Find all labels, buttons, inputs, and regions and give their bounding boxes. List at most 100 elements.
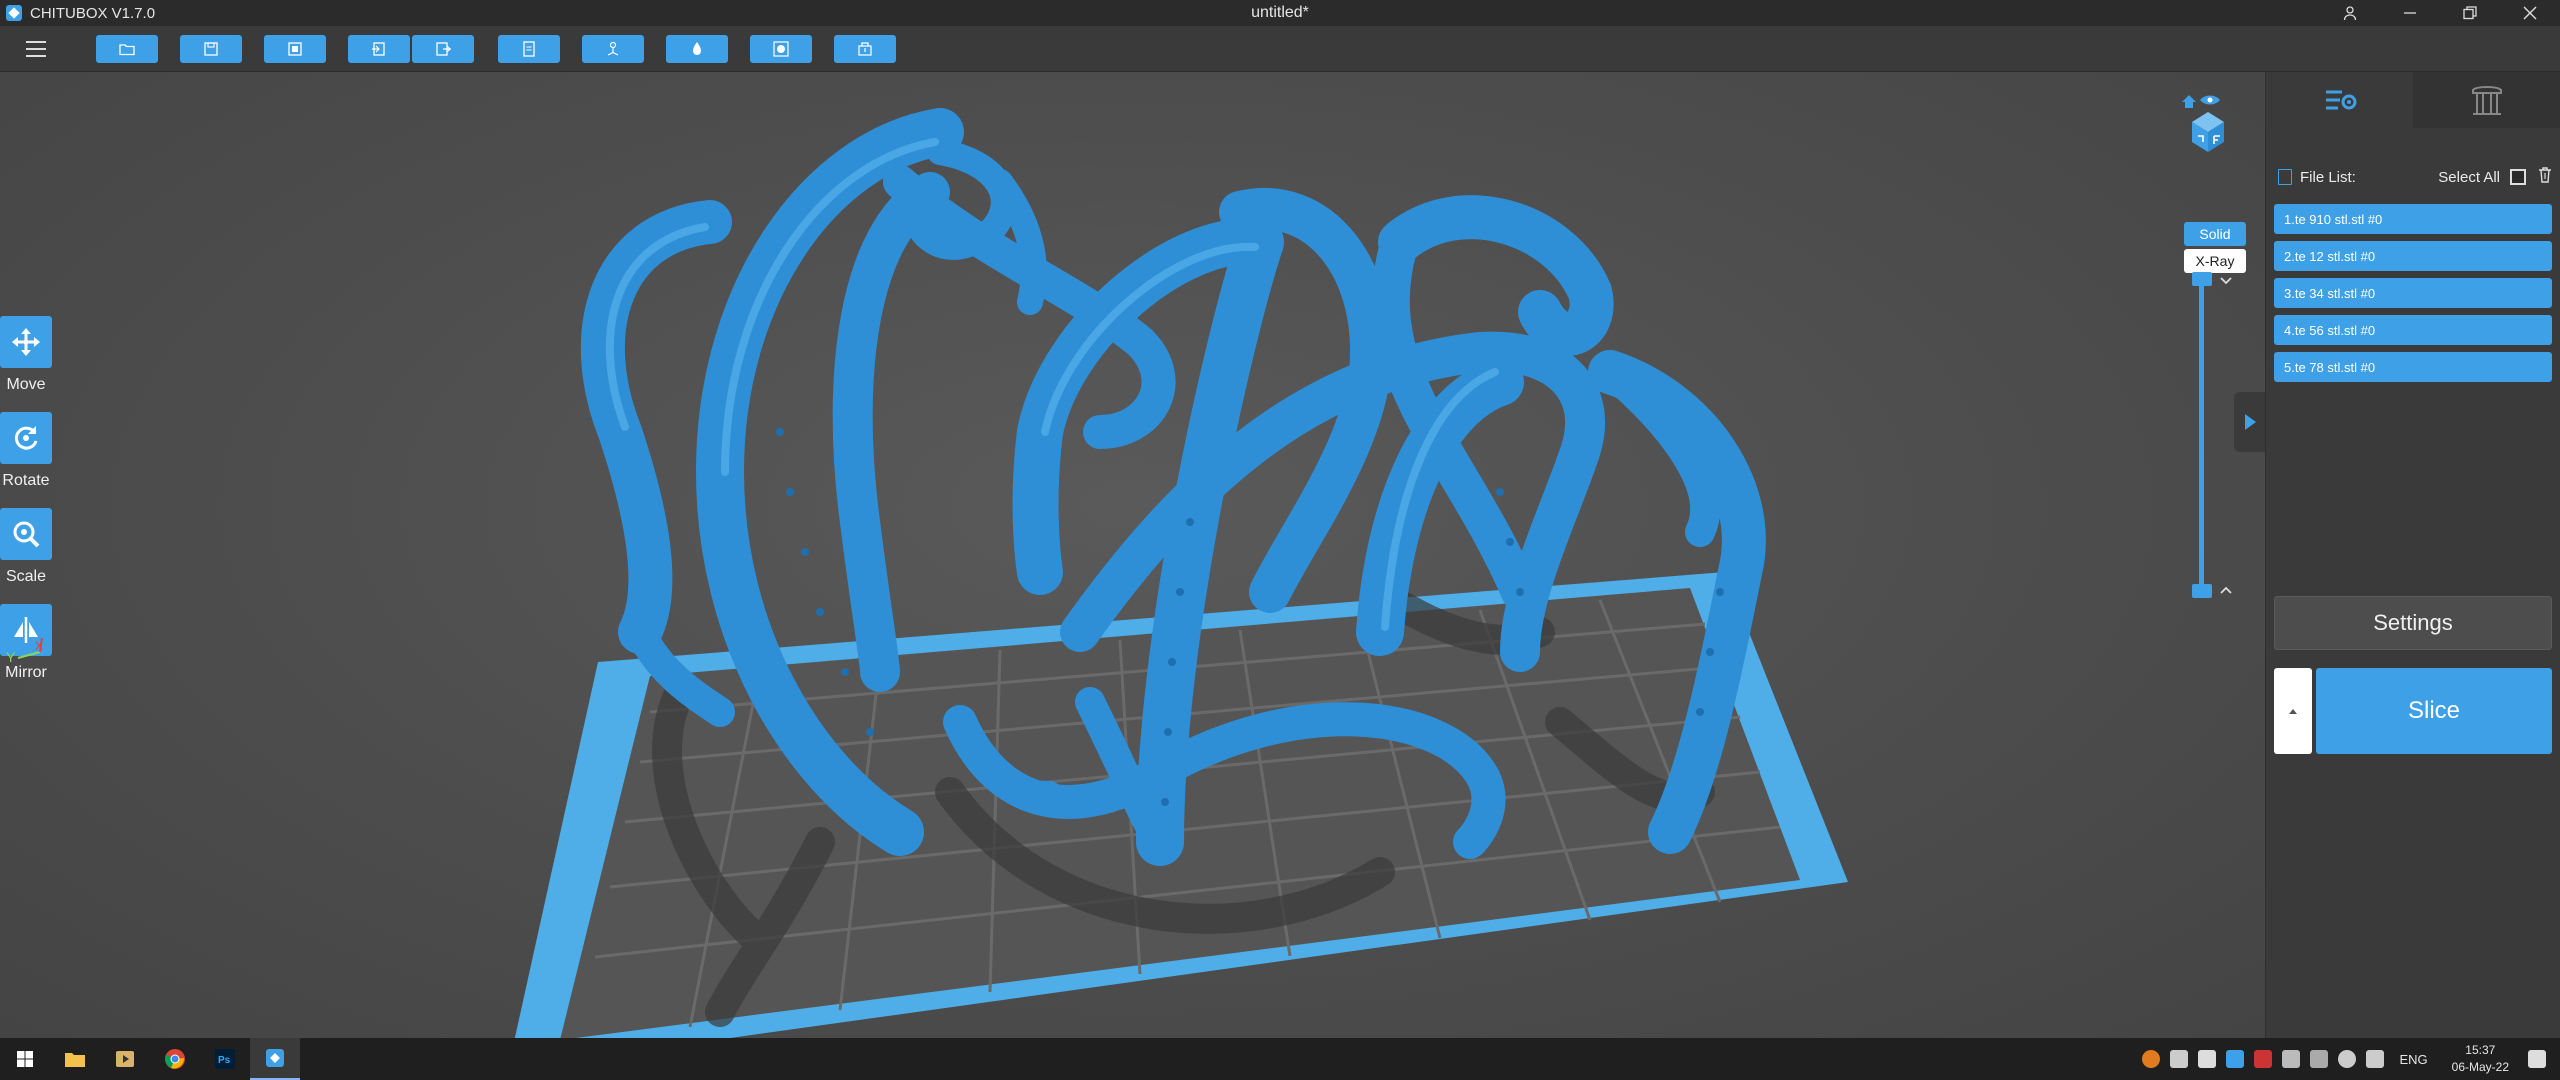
tray-network-share-icon[interactable]: [2170, 1050, 2189, 1068]
package-button[interactable]: [834, 34, 896, 63]
rotate-button[interactable]: [0, 412, 52, 464]
chevron-up-icon[interactable]: [2218, 582, 2234, 598]
right-panel-tabs: [2266, 72, 2560, 128]
rotate-label: Rotate: [2, 472, 50, 489]
menu-button[interactable]: [20, 33, 52, 65]
battery-icon[interactable]: [2366, 1050, 2385, 1068]
restore-icon: [2463, 6, 2477, 20]
taskbar-chitubox[interactable]: [250, 1038, 300, 1080]
tray-bluetooth-icon[interactable]: [2226, 1050, 2245, 1068]
rotate-tool: Rotate: [0, 412, 52, 490]
move-label: Move: [6, 376, 46, 393]
user-icon: [2343, 6, 2357, 21]
view-cube[interactable]: [2180, 92, 2232, 162]
taskbar-media-player[interactable]: [100, 1038, 150, 1080]
delete-button[interactable]: [2536, 166, 2554, 188]
media-player-icon: [116, 1051, 134, 1067]
file-list-item[interactable]: 4.te 56 stl.stl #0: [2274, 315, 2552, 345]
notifications-icon[interactable]: [2528, 1050, 2546, 1068]
x-axis-label: X: [35, 639, 43, 653]
page-icon: [523, 40, 535, 57]
close-icon: [2523, 6, 2537, 20]
os-taskbar: Ps ENG 15:37 06-May-22: [0, 1038, 2560, 1080]
import-icon: [372, 41, 385, 56]
tab-file-settings[interactable]: [2266, 72, 2413, 128]
panel-collapse-button[interactable]: [2234, 392, 2265, 452]
solid-mode-button[interactable]: Solid: [2184, 222, 2246, 246]
support-button[interactable]: [582, 34, 644, 63]
tab-supports[interactable]: [2413, 72, 2560, 128]
select-all-control[interactable]: Select All: [2438, 169, 2526, 186]
select-all-checkbox[interactable]: [2510, 169, 2526, 185]
chevron-down-icon[interactable]: [2218, 272, 2234, 288]
scale-button[interactable]: [0, 508, 52, 560]
layer-slider-bottom-handle[interactable]: [2192, 584, 2212, 598]
fit-view-icon: [288, 41, 302, 56]
tray-display-icon[interactable]: [2282, 1050, 2301, 1068]
tray-file-icon[interactable]: [2198, 1050, 2217, 1068]
layer-slider-track[interactable]: [2199, 278, 2204, 590]
file-list-label: File List:: [2300, 168, 2356, 186]
export-icon: [436, 41, 451, 56]
export-button[interactable]: [412, 34, 474, 63]
support-columns-icon: [2471, 86, 2502, 115]
input-language[interactable]: ENG: [2399, 1052, 2427, 1067]
scale-icon: [13, 521, 40, 548]
main-toolbar: [0, 26, 2560, 72]
trash-icon: [2539, 167, 2551, 183]
home-view-icon[interactable]: [2182, 95, 2196, 108]
z-axis-label: Z: [44, 620, 53, 635]
hollow-button[interactable]: [666, 34, 728, 63]
file-list-item[interactable]: 1.te 910 stl.stl #0: [2274, 204, 2552, 234]
caret-up-icon: [2289, 709, 2297, 714]
slice-button[interactable]: Slice: [2316, 668, 2552, 754]
volume-icon[interactable]: [2338, 1050, 2357, 1068]
window-controls: [2320, 0, 2560, 26]
slice-options-button[interactable]: [2274, 668, 2312, 754]
system-tray: ENG 15:37 06-May-22: [2137, 1038, 2560, 1080]
play-right-icon: [2244, 414, 2256, 430]
taskbar-chrome[interactable]: [150, 1038, 200, 1080]
tray-usb-icon[interactable]: [2310, 1050, 2329, 1068]
3d-viewport[interactable]: Move Rotate Scale Mirror Solid X-Ray Z Y…: [0, 72, 2265, 1038]
scene-render: [514, 108, 1848, 1038]
svg-text:Ps: Ps: [218, 1055, 231, 1066]
start-button[interactable]: [0, 1038, 50, 1080]
account-button[interactable]: [2320, 0, 2380, 26]
file-list-icon: [2278, 169, 2292, 185]
axis-gizmo: Z Y X: [6, 620, 53, 665]
save-icon: [204, 41, 218, 56]
chrome-icon: [165, 1049, 185, 1069]
close-button[interactable]: [2500, 0, 2560, 26]
open-file-icon: [119, 43, 135, 55]
select-all-label: Select All: [2438, 168, 2500, 186]
rotate-icon: [14, 426, 38, 450]
tray-app-icon[interactable]: [2142, 1050, 2161, 1068]
camera-icon: [773, 40, 789, 57]
import-button[interactable]: [348, 34, 410, 63]
file-list-item[interactable]: 2.te 12 stl.stl #0: [2274, 241, 2552, 271]
settings-button[interactable]: Settings: [2274, 596, 2552, 650]
fit-view-button[interactable]: [264, 34, 326, 63]
move-button[interactable]: [0, 316, 52, 368]
save-button[interactable]: [180, 34, 242, 63]
print-icon: [693, 41, 701, 55]
system-clock[interactable]: 15:37 06-May-22: [2452, 1042, 2509, 1076]
tray-security-icon[interactable]: [2254, 1050, 2273, 1068]
windows-logo-icon: [17, 1051, 33, 1067]
snapshot-button[interactable]: [750, 34, 812, 63]
photoshop-icon: Ps: [215, 1049, 235, 1069]
minimize-button[interactable]: [2380, 0, 2440, 26]
open-file-button[interactable]: [96, 34, 158, 63]
file-list-item[interactable]: 3.te 34 stl.stl #0: [2274, 278, 2552, 308]
taskbar-photoshop[interactable]: Ps: [200, 1038, 250, 1080]
layer-slider-top-handle[interactable]: [2192, 272, 2212, 286]
page-button[interactable]: [498, 34, 560, 63]
taskbar-file-explorer[interactable]: [50, 1038, 100, 1080]
app-logo-icon: [6, 5, 22, 21]
app-name: CHITUBOX V1.7.0: [30, 4, 156, 22]
xray-mode-button[interactable]: X-Ray: [2184, 249, 2246, 273]
document-title: untitled*: [1251, 4, 1309, 21]
restore-button[interactable]: [2440, 0, 2500, 26]
file-list-item[interactable]: 5.te 78 stl.stl #0: [2274, 352, 2552, 382]
